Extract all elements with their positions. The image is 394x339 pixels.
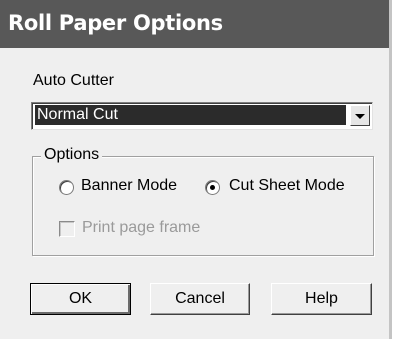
banner-mode-radio[interactable] [59, 180, 74, 195]
help-button[interactable]: Help [271, 283, 372, 315]
options-legend: Options [41, 146, 103, 164]
auto-cutter-select[interactable]: Normal Cut [31, 102, 373, 130]
cancel-button[interactable]: Cancel [150, 283, 250, 315]
auto-cutter-label: Auto Cutter [33, 72, 114, 89]
cut-sheet-mode-radio[interactable] [205, 180, 220, 195]
print-page-frame-label: Print page frame [82, 219, 201, 236]
banner-mode-label[interactable]: Banner Mode [81, 177, 177, 195]
print-page-frame-checkbox[interactable] [59, 221, 75, 237]
title-bar: Roll Paper Options [0, 0, 389, 48]
options-groupbox: Options Banner Mode Cut Sheet Mode Print… [32, 146, 374, 256]
chevron-down-icon[interactable] [350, 105, 370, 126]
roll-paper-options-dialog: Roll Paper Options Auto Cutter Normal Cu… [0, 0, 392, 339]
cut-sheet-mode-label[interactable]: Cut Sheet Mode [229, 177, 345, 195]
dialog-title: Roll Paper Options [8, 11, 223, 35]
ok-button[interactable]: OK [30, 283, 131, 315]
auto-cutter-selected-value: Normal Cut [35, 105, 346, 125]
